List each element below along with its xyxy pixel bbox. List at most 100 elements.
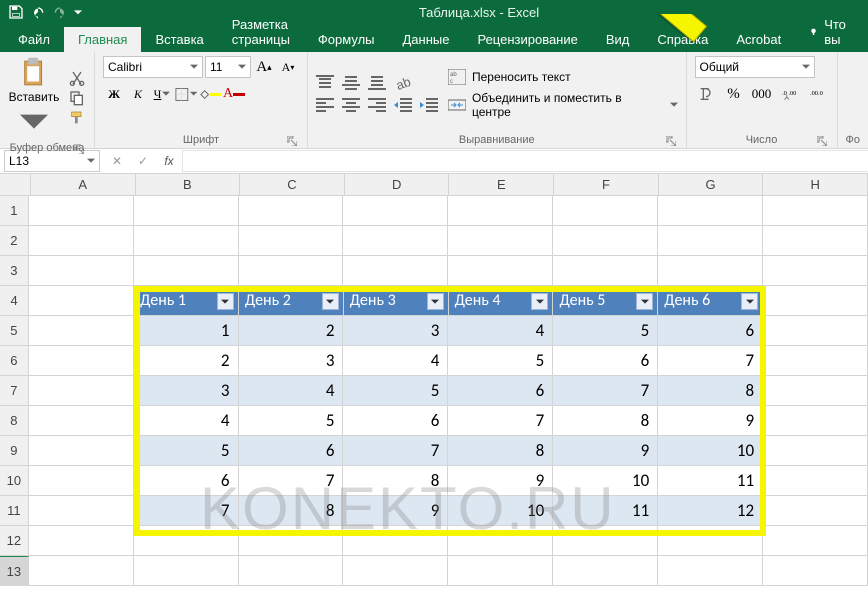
row-header[interactable]: 1 xyxy=(0,196,29,226)
table-cell[interactable]: 11 xyxy=(658,466,763,496)
decrease-indent-icon[interactable] xyxy=(394,97,412,113)
orientation-icon[interactable]: ab xyxy=(394,75,412,91)
tab-tell-me[interactable]: Что вы xyxy=(795,12,865,52)
dialog-launcher-icon[interactable] xyxy=(74,144,84,154)
row-header[interactable]: 8 xyxy=(0,406,29,436)
table-cell[interactable]: 4 xyxy=(134,406,239,436)
table-cell[interactable]: 3 xyxy=(343,316,448,346)
row-header[interactable]: 2 xyxy=(0,226,29,256)
merge-center-button[interactable]: Объединить и поместить в центре xyxy=(448,91,678,119)
comma-button[interactable]: 000 xyxy=(751,84,773,104)
table-cell[interactable]: 10 xyxy=(658,436,763,466)
table-cell[interactable]: 7 xyxy=(448,406,553,436)
table-cell[interactable]: 11 xyxy=(553,496,658,526)
table-cell[interactable]: 2 xyxy=(239,316,344,346)
table-cell[interactable]: 7 xyxy=(239,466,344,496)
table-cell[interactable]: 4 xyxy=(239,376,344,406)
table-cell[interactable]: 7 xyxy=(343,436,448,466)
decrease-font-button[interactable]: A▾ xyxy=(277,57,299,77)
row-header[interactable]: 3 xyxy=(0,256,29,286)
format-painter-icon[interactable] xyxy=(68,110,86,126)
cancel-formula-icon[interactable]: ✕ xyxy=(108,152,126,170)
filter-button[interactable] xyxy=(531,293,548,310)
col-header[interactable]: C xyxy=(240,174,345,196)
col-header[interactable]: H xyxy=(763,174,868,196)
row-header[interactable]: 4 xyxy=(0,286,29,316)
table-cell[interactable]: 7 xyxy=(553,376,658,406)
increase-indent-icon[interactable] xyxy=(420,97,438,113)
select-all-corner[interactable] xyxy=(0,174,31,196)
table-cell[interactable]: 3 xyxy=(134,376,239,406)
number-format-combo[interactable]: Общий xyxy=(695,56,815,78)
table-cell[interactable]: 5 xyxy=(553,316,658,346)
font-color-button[interactable]: A xyxy=(223,84,245,104)
tab-insert[interactable]: Вставка xyxy=(141,27,217,52)
decrease-decimal-button[interactable]: .00.0 xyxy=(807,84,829,104)
col-header[interactable]: F xyxy=(554,174,659,196)
table-cell[interactable]: 9 xyxy=(553,436,658,466)
align-top-icon[interactable] xyxy=(316,75,334,91)
table-cell[interactable]: 3 xyxy=(239,346,344,376)
filter-button[interactable] xyxy=(322,293,339,310)
table-cell[interactable]: 4 xyxy=(448,316,553,346)
dialog-launcher-icon[interactable] xyxy=(666,136,676,146)
accounting-format-button[interactable] xyxy=(695,84,717,104)
underline-button[interactable]: Ч xyxy=(151,84,173,104)
table-cell[interactable]: 4 xyxy=(343,346,448,376)
table-cell[interactable]: 10 xyxy=(448,496,553,526)
save-icon[interactable] xyxy=(8,4,24,20)
redo-icon[interactable] xyxy=(52,4,68,20)
table-cell[interactable]: 7 xyxy=(134,496,239,526)
tab-formulas[interactable]: Формулы xyxy=(304,27,389,52)
tab-acrobat[interactable]: Acrobat xyxy=(722,27,795,52)
row-header[interactable]: 6 xyxy=(0,346,29,376)
align-bottom-icon[interactable] xyxy=(368,75,386,91)
dialog-launcher-icon[interactable] xyxy=(287,136,297,146)
tab-page-layout[interactable]: Разметка страницы xyxy=(218,12,304,52)
paste-button[interactable]: Вставить xyxy=(8,56,60,140)
undo-icon[interactable] xyxy=(30,4,46,20)
table-cell[interactable]: 8 xyxy=(658,376,763,406)
col-header[interactable]: B xyxy=(136,174,241,196)
filter-button[interactable] xyxy=(427,293,444,310)
align-center-icon[interactable] xyxy=(342,97,360,113)
table-cell[interactable]: 5 xyxy=(239,406,344,436)
table-cell[interactable]: 9 xyxy=(343,496,448,526)
increase-decimal-button[interactable]: .0.00 xyxy=(779,84,801,104)
tab-file[interactable]: Файл xyxy=(4,27,64,52)
increase-font-button[interactable]: A▴ xyxy=(253,57,275,77)
fill-color-button[interactable] xyxy=(199,84,221,104)
filter-button[interactable] xyxy=(217,293,234,310)
table-cell[interactable]: 1 xyxy=(134,316,239,346)
table-cell[interactable]: 6 xyxy=(553,346,658,376)
font-size-combo[interactable]: 11 xyxy=(205,56,251,78)
align-right-icon[interactable] xyxy=(368,97,386,113)
tab-help[interactable]: Справка xyxy=(643,27,722,52)
font-family-combo[interactable]: Calibri xyxy=(103,56,203,78)
table-cell[interactable]: 7 xyxy=(658,346,763,376)
fx-icon[interactable]: fx xyxy=(160,152,178,170)
worksheet-grid[interactable]: A B C D E F G H 1 2 3 4 День 1 День 2 Де… xyxy=(0,174,868,586)
table-cell[interactable]: 6 xyxy=(239,436,344,466)
table-cell[interactable]: 5 xyxy=(134,436,239,466)
col-header[interactable]: A xyxy=(31,174,136,196)
cut-icon[interactable] xyxy=(68,70,86,86)
percent-button[interactable]: % xyxy=(723,84,745,104)
borders-button[interactable] xyxy=(175,84,197,104)
italic-button[interactable]: К xyxy=(127,84,149,104)
table-cell[interactable]: 9 xyxy=(448,466,553,496)
dialog-launcher-icon[interactable] xyxy=(817,136,827,146)
filter-button[interactable] xyxy=(741,293,758,310)
row-header[interactable]: 9 xyxy=(0,436,29,466)
row-header[interactable]: 11 xyxy=(0,496,29,526)
row-header[interactable]: 10 xyxy=(0,466,29,496)
table-cell[interactable]: 5 xyxy=(343,376,448,406)
align-middle-icon[interactable] xyxy=(342,75,360,91)
tab-review[interactable]: Рецензирование xyxy=(463,27,591,52)
table-cell[interactable]: 6 xyxy=(134,466,239,496)
table-cell[interactable]: 8 xyxy=(553,406,658,436)
table-cell[interactable]: 6 xyxy=(658,316,763,346)
table-cell[interactable]: 8 xyxy=(448,436,553,466)
copy-icon[interactable] xyxy=(68,90,86,106)
align-left-icon[interactable] xyxy=(316,97,334,113)
